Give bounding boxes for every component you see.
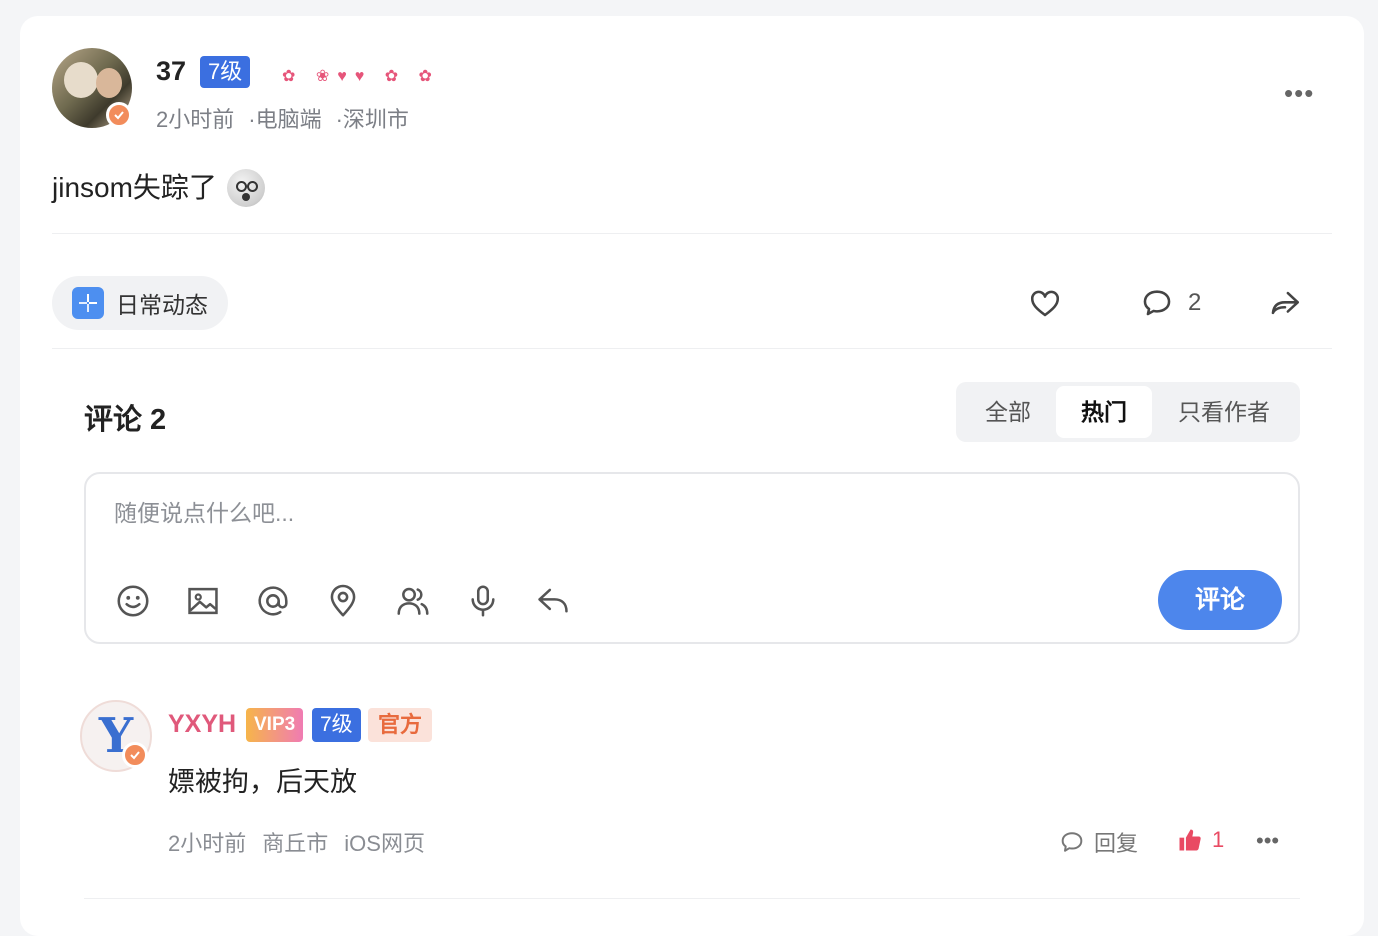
reply-icon[interactable] (534, 582, 572, 620)
comment-device: iOS网页 (344, 831, 425, 856)
comment-input[interactable] (114, 500, 1014, 527)
tab-author-only[interactable]: 只看作者 (1152, 386, 1296, 438)
comment-filter-tabs: 全部 热门 只看作者 (956, 382, 1300, 442)
comment-count: 2 (1188, 289, 1202, 316)
author-avatar[interactable] (52, 48, 132, 128)
comment-text: 嫖被拘，后天放 (168, 767, 357, 797)
divider (52, 233, 1332, 234)
decoration-icons: ✿ ❀♥♥ ✿ ✿ (282, 68, 440, 85)
topic-icon (72, 287, 104, 319)
at-icon[interactable] (254, 582, 292, 620)
shocked-emoji-icon (226, 168, 265, 207)
verified-icon (106, 102, 132, 128)
like-count: 1 (1212, 827, 1225, 852)
divider (52, 348, 1332, 349)
avatar-face (64, 62, 98, 98)
heart-icon (1030, 290, 1060, 317)
post-meta: 2小时前 ·电脑端 ·深圳市 (156, 102, 409, 134)
comment-icon (1143, 290, 1171, 316)
meta-separator: · (335, 107, 343, 132)
share-button[interactable] (1268, 286, 1302, 320)
post-content: jinsom失踪了 (52, 166, 265, 209)
users-icon[interactable] (394, 582, 432, 620)
divider (84, 898, 1300, 899)
comments-title: 评论 2 (84, 404, 167, 436)
comment-editor: 评论 (84, 472, 1300, 644)
like-button[interactable] (1028, 286, 1062, 320)
post-card: 37 7级 ✿ ❀♥♥ ✿ ✿ 2小时前 ·电脑端 ·深圳市 ••• jinsom失… (20, 16, 1364, 936)
comment-like-button[interactable]: 1 (1176, 826, 1224, 854)
image-icon[interactable] (184, 582, 222, 620)
official-badge: 官方 (368, 708, 433, 742)
share-icon (1271, 291, 1300, 315)
comment-meta: 2小时前 商丘市 iOS网页 (168, 826, 441, 858)
topic-tag[interactable]: 日常动态 (52, 276, 228, 330)
reply-button[interactable]: 回复 (1058, 826, 1138, 858)
submit-comment-button[interactable]: 评论 (1158, 570, 1282, 630)
topic-label: 日常动态 (116, 292, 208, 318)
post-time: 2小时前 (156, 107, 235, 132)
post-text: jinsom失踪了 (52, 172, 217, 203)
comment-time: 2小时前 (168, 831, 247, 856)
meta-separator: · (248, 107, 256, 132)
comment-button[interactable]: 2 (1140, 286, 1201, 320)
post-city: 深圳市 (342, 107, 409, 132)
author-name[interactable]: 37 (156, 56, 186, 87)
microphone-icon[interactable] (464, 582, 502, 620)
level-badge: 7级 (200, 56, 251, 88)
more-options-icon[interactable]: ••• (1284, 78, 1314, 109)
avatar-face-2 (96, 68, 122, 98)
comment-city: 商丘市 (262, 831, 329, 856)
tab-hot[interactable]: 热门 (1056, 386, 1152, 438)
reply-label: 回复 (1094, 831, 1139, 856)
vip-badge: VIP3 (246, 708, 304, 742)
reply-comment-icon (1061, 832, 1083, 852)
post-device: 电脑端 (255, 107, 322, 132)
emoji-icon[interactable] (114, 582, 152, 620)
comment-more-icon[interactable]: ••• (1256, 828, 1279, 854)
thumbs-up-icon (1179, 829, 1201, 851)
level-badge: 7级 (312, 708, 361, 742)
comment-author-name[interactable]: YXYH (168, 710, 236, 739)
tab-all[interactable]: 全部 (960, 386, 1056, 438)
verified-icon (122, 742, 148, 768)
location-icon[interactable] (324, 582, 362, 620)
